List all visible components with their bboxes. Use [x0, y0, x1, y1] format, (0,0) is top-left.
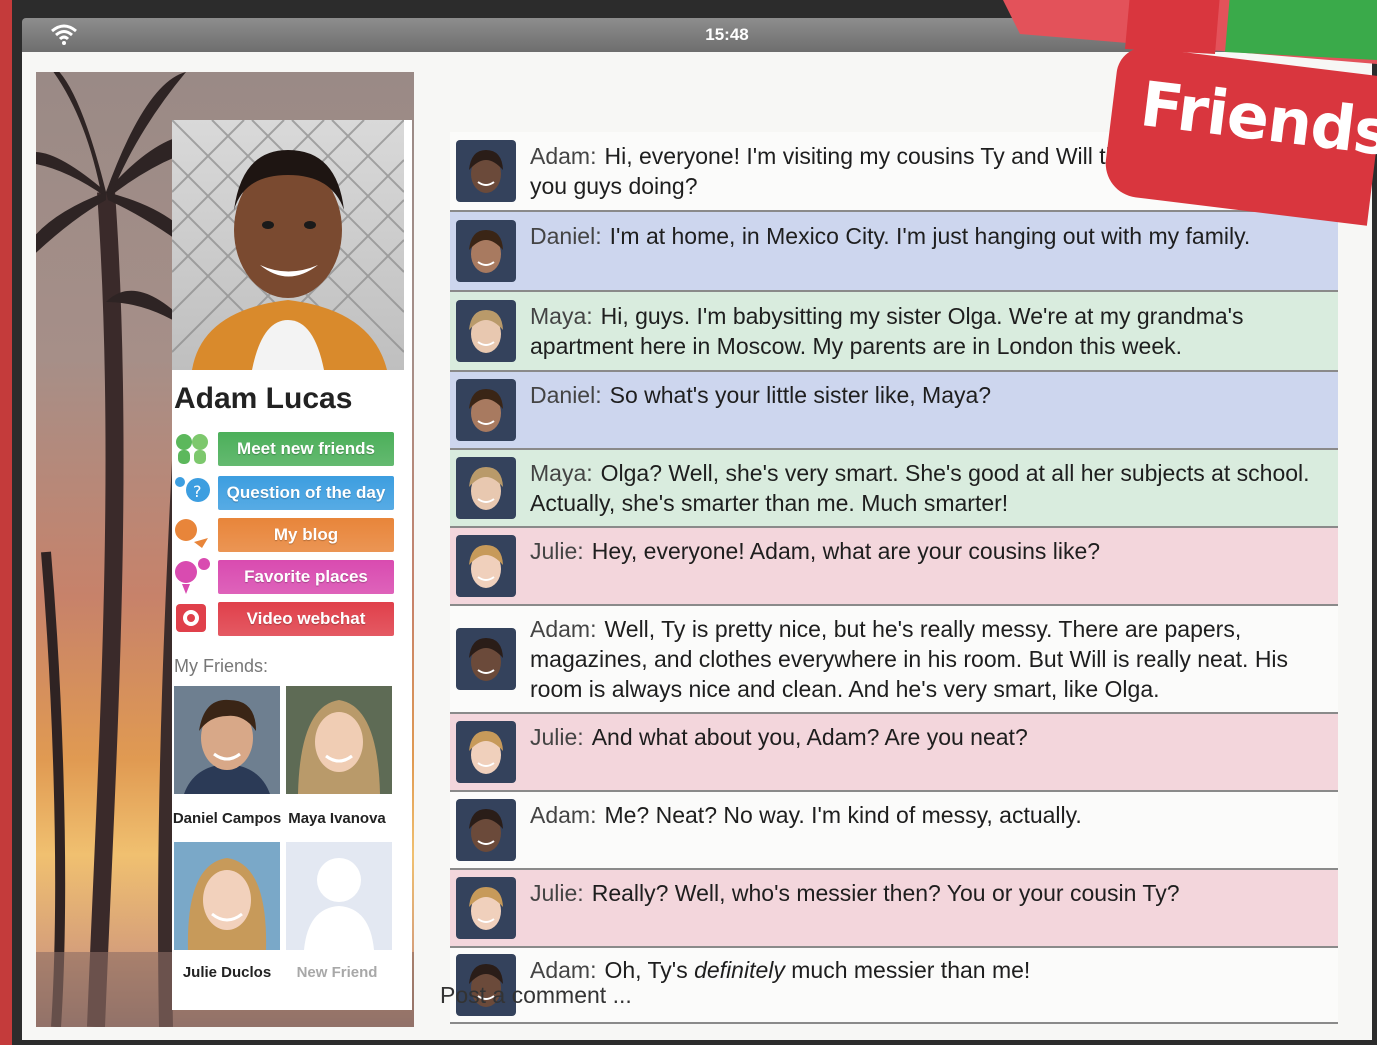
placeholder-person-icon	[304, 858, 374, 950]
chat-message: Julie: Hey, everyone! Adam, what are your…	[450, 528, 1338, 604]
friend-name: Daniel Campos	[172, 810, 282, 827]
chat-author: Daniel:	[530, 382, 602, 408]
svg-text:?: ?	[193, 482, 202, 501]
menu-favorite-places-button[interactable]: Favorite places	[218, 560, 394, 594]
profile-name: Adam Lucas	[174, 382, 353, 415]
chat-message: Maya: Olga? Well, she's very smart. She's…	[450, 450, 1338, 526]
video-icon	[176, 604, 206, 632]
chat-body: much messier than me!	[784, 957, 1031, 983]
friend-name: New Friend	[296, 964, 378, 981]
chat-avatar[interactable]	[456, 799, 516, 861]
chat-avatar[interactable]	[456, 721, 516, 783]
chat-body: Hey, everyone! Adam, what are your cousi…	[591, 538, 1101, 564]
chat-body: Really? Well, who's messier then? You or…	[591, 880, 1180, 906]
pin-icon	[175, 558, 210, 594]
menu-label: Meet new friends	[237, 439, 375, 458]
clock: 15:48	[705, 25, 749, 44]
chat-message-text: Julie: And what about you, Adam? Are you …	[530, 722, 1328, 752]
friend-tile-julie[interactable]	[174, 842, 280, 950]
menu-video-webchat-button[interactable]: Video webchat	[218, 602, 394, 636]
chat-avatar[interactable]	[456, 379, 516, 441]
profile-card: Adam Lucas Meet new friends ? Question o…	[172, 120, 412, 1010]
menu-meet-new-friends-button[interactable]: Meet new friends	[218, 432, 394, 466]
menu-label: Video webchat	[246, 609, 366, 628]
menu-label: Favorite places	[244, 567, 368, 586]
chat-author: Julie:	[530, 538, 584, 564]
chat-avatar[interactable]	[456, 220, 516, 282]
chat-message-text: Daniel: I'm at home, in Mexico City. I'm …	[530, 221, 1328, 251]
wifi-icon	[51, 24, 77, 45]
chat-message: Daniel: So what's your little sister like…	[450, 372, 1338, 448]
chat-message: Adam: Me? Neat? No way. I'm kind of messy…	[450, 792, 1338, 868]
menu-label: Question of the day	[226, 483, 386, 502]
chat-body: Me? Neat? No way. I'm kind of messy, act…	[604, 802, 1082, 828]
chat-avatar[interactable]	[456, 457, 516, 519]
friend-name: Maya Ivanova	[288, 810, 386, 827]
chat-avatar[interactable]	[456, 535, 516, 597]
chat-message-text: Julie: Really? Well, who's messier then? …	[530, 878, 1328, 908]
chat-divider	[450, 1022, 1338, 1024]
post-comment-input[interactable]: Post a comment ...	[440, 982, 632, 1009]
profile-photo[interactable]	[172, 120, 404, 370]
tablet-frame: 15:48 Adam Lucas Meet new friends ? Ques…	[0, 0, 1377, 1045]
menu-label: My blog	[273, 525, 339, 544]
friend-tile-new-friend[interactable]	[286, 842, 392, 950]
chat-message: Adam: Well, Ty is pretty nice, but he's r…	[450, 606, 1338, 712]
people-icon	[176, 434, 208, 464]
chat-message-text: Maya: Olga? Well, she's very smart. She's…	[530, 458, 1328, 518]
menu-question-of-the-day-button[interactable]: Question of the day	[218, 476, 394, 510]
chat-body: Oh, Ty's	[604, 957, 695, 983]
chat-body: Hi, guys. I'm babysitting my sister Olga…	[530, 303, 1244, 359]
chat-avatar[interactable]	[456, 300, 516, 362]
chat-message: Daniel: I'm at home, in Mexico City. I'm …	[450, 212, 1338, 290]
my-friends-label: My Friends:	[174, 656, 269, 676]
chat-message-text: Adam: Oh, Ty's definitely much messier th…	[530, 955, 1328, 985]
friend-name: Julie Duclos	[182, 964, 272, 981]
chat-author: Adam:	[530, 957, 597, 983]
chat-body: And what about you, Adam? Are you neat?	[591, 724, 1028, 750]
chat-message-text: Adam: Well, Ty is pretty nice, but he's r…	[530, 614, 1328, 704]
chat-body: So what's your little sister like, Maya?	[609, 382, 992, 408]
chat-body: I'm at home, in Mexico City. I'm just ha…	[609, 223, 1251, 249]
friend-tile-daniel[interactable]	[174, 686, 280, 794]
chat-author: Daniel:	[530, 223, 602, 249]
blog-icon	[175, 519, 208, 548]
menu-my-blog-button[interactable]: My blog	[218, 518, 394, 552]
chat-message-text: Daniel: So what's your little sister like…	[530, 380, 1328, 410]
question-icon: ?	[175, 477, 210, 502]
chat-message: Julie: And what about you, Adam? Are you …	[450, 714, 1338, 790]
chat-author: Julie:	[530, 880, 584, 906]
chat-body: Olga? Well, she's very smart. She's good…	[530, 460, 1310, 516]
friend-tile-maya[interactable]	[286, 686, 392, 794]
chat-message-text: Adam: Me? Neat? No way. I'm kind of messy…	[530, 800, 1328, 830]
chat-body: Well, Ty is pretty nice, but he's really…	[530, 616, 1289, 702]
chat-author: Julie:	[530, 724, 584, 750]
chat-message-text: Julie: Hey, everyone! Adam, what are your…	[530, 536, 1328, 566]
chat-body-emphasis: definitely	[694, 957, 785, 983]
chat-author: Adam:	[530, 802, 597, 828]
chat-author: Adam:	[530, 143, 597, 169]
chat-author: Adam:	[530, 616, 597, 642]
chat-message-text: Maya: Hi, guys. I'm babysitting my sister…	[530, 301, 1328, 361]
chat-message: Julie: Really? Well, who's messier then? …	[450, 870, 1338, 946]
chat-avatar[interactable]	[456, 877, 516, 939]
chat-avatar[interactable]	[456, 628, 516, 690]
chat-author: Maya:	[530, 460, 593, 486]
chat-message: Maya: Hi, guys. I'm babysitting my sister…	[450, 292, 1338, 370]
chat-avatar[interactable]	[456, 140, 516, 202]
chat-author: Maya:	[530, 303, 593, 329]
